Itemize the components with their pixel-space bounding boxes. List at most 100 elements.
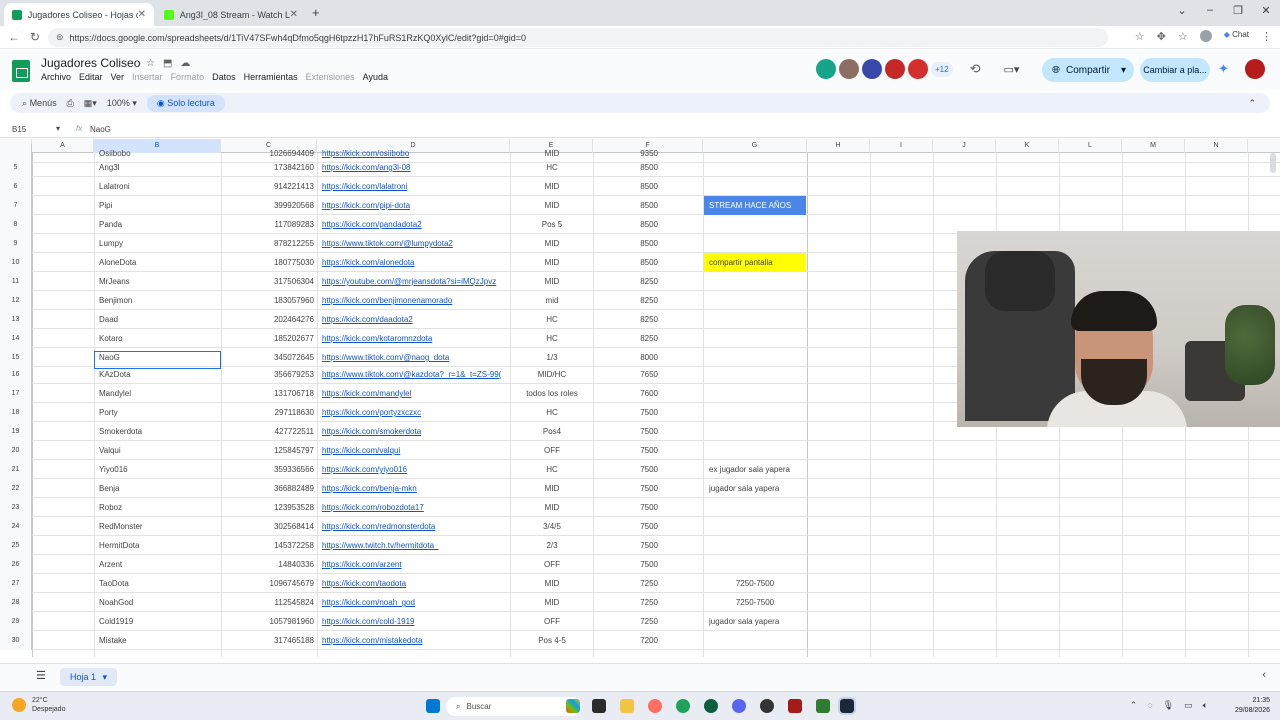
profile-avatar[interactable] [1199,30,1212,42]
cell-player[interactable]: Benja [99,479,219,498]
cell-player[interactable]: Yiyo016 [99,460,219,479]
cell-id[interactable]: 399920568 [222,196,314,215]
cell-player[interactable]: Kotaro [99,329,219,348]
cell-player[interactable]: Benjimon [99,291,219,310]
cell-player[interactable]: Lalatroni [99,177,219,196]
name-box[interactable]: B15 [12,125,26,134]
cell-id[interactable]: 317465188 [222,631,314,650]
chrome-icon[interactable] [760,699,774,713]
cell-role[interactable]: MID [512,234,592,253]
meet-video-icon[interactable]: ▭▾ [1003,63,1019,76]
menu-archivo[interactable]: Archivo [41,72,71,82]
cell-link[interactable]: https://www.tiktok.com/@kazdota?_r=1&_t=… [322,365,510,384]
cell-player[interactable]: Ang3l [99,158,219,177]
cell-role[interactable]: HC [512,158,592,177]
chevron-up-icon[interactable]: ⌃ [1130,700,1138,711]
cell-mmr[interactable]: 7500 [594,517,658,536]
cell-link[interactable]: https://kick.com/cold-1919 [322,612,510,631]
menu-herramientas[interactable]: Herramientas [244,72,298,82]
cell-mmr[interactable]: 7200 [594,631,658,650]
cell-id[interactable]: 183057960 [222,291,314,310]
cell-link[interactable]: https://kick.com/benjimonenamorado [322,291,510,310]
close-window-icon[interactable]: ✕ [1252,4,1280,17]
cell-id[interactable]: 356679253 [222,365,314,384]
extensions-icon[interactable]: ✥ [1157,30,1166,43]
cell-player[interactable]: RedMonster [99,517,219,536]
cell-mmr[interactable]: 7500 [594,536,658,555]
cell-id[interactable]: 914221413 [222,177,314,196]
discord-icon[interactable] [732,699,746,713]
cell-player[interactable]: Arzent [99,555,219,574]
cell-note[interactable] [704,403,806,422]
browser-tab-kick[interactable]: Ang3l_08 Stream - Watch Live on K ✕ [156,3,306,26]
selected-cell-b15[interactable] [94,351,221,369]
maximize-icon[interactable]: ❐ [1224,4,1252,17]
cell-id[interactable]: 180775030 [222,253,314,272]
cell-mmr[interactable]: 8250 [594,329,658,348]
cell-id[interactable]: 123953528 [222,498,314,517]
move-folder-icon[interactable]: ⬒ [163,58,172,69]
volume-icon[interactable]: 🔈︎ [1203,700,1208,711]
gemini-chat-button[interactable]: ◆ Chat [1224,30,1249,43]
cell-player[interactable]: NoahGod [99,593,219,612]
cell-mmr[interactable]: 7250 [594,593,658,612]
file-explorer-icon[interactable] [620,699,634,713]
cell-note[interactable] [704,365,806,384]
cell-id[interactable]: 185202677 [222,329,314,348]
cell-id[interactable]: 297118630 [222,403,314,422]
more-menu-icon[interactable]: ⋮ [1261,30,1272,43]
cell-note[interactable] [704,555,806,574]
cell-player[interactable]: TaoDota [99,574,219,593]
cell-role[interactable]: MID [512,574,592,593]
cell-id[interactable]: 125845797 [222,441,314,460]
cell-role[interactable]: MID/HC [512,365,592,384]
cell-id[interactable]: 302568414 [222,517,314,536]
cell-link[interactable]: https://kick.com/ang3l-08 [322,158,510,177]
cell-link[interactable]: https://kick.com/kotaromnzdota [322,329,510,348]
cell-mmr[interactable]: 7250 [594,574,658,593]
cell-mmr[interactable]: 8500 [594,196,658,215]
cell-link[interactable]: https://kick.com/taodota [322,574,510,593]
cell-player[interactable]: HermitDota [99,536,219,555]
cell-note[interactable] [704,441,806,460]
avatar[interactable] [908,59,928,79]
cell-role[interactable]: OFF [512,441,592,460]
cell-note[interactable] [704,536,806,555]
cell-player[interactable]: Pipi [99,196,219,215]
browser-tab-sheets[interactable]: Jugadores Coliseo - Hojas de cálc ✕ [4,3,154,26]
cell-link[interactable]: https://kick.com/smokerdota [322,422,510,441]
cell-note[interactable] [704,234,806,253]
sheets-taskbar-icon[interactable] [816,699,830,713]
change-plan-button[interactable]: Cambiar a pla... [1140,58,1210,82]
url-field[interactable]: ⊜ https://docs.google.com/spreadsheets/d… [48,28,1108,47]
star-icon[interactable]: ☆ [146,58,155,69]
avatar[interactable] [862,59,882,79]
gemini-sparkle-icon[interactable]: ✦ [1218,61,1229,77]
cell-role[interactable]: OFF [512,555,592,574]
tab-search-icon[interactable]: ⌄ [1168,4,1196,17]
cell-id[interactable]: 317506304 [222,272,314,291]
menu-ver[interactable]: Ver [111,72,125,82]
cell-link[interactable]: https://www.twitch.tv/hermitdota_ [322,536,510,555]
cell-link[interactable]: https://kick.com/pipi-dota [322,196,510,215]
cell-note[interactable]: compartir pantalla [704,253,806,272]
cell-mmr[interactable]: 8500 [594,234,658,253]
bookmarks-icon[interactable]: ☆ [1178,30,1188,43]
cell-mmr[interactable]: 7500 [594,498,658,517]
steam-icon[interactable] [838,697,856,715]
cell-role[interactable]: MID [512,272,592,291]
cell-note[interactable] [704,329,806,348]
network-icon[interactable]: ▭ [1184,700,1193,711]
cell-note[interactable] [704,158,806,177]
cell-id[interactable]: 112545824 [222,593,314,612]
cell-role[interactable]: MID [512,177,592,196]
weather-widget[interactable]: 22°C Despejado [12,696,65,714]
cell-note[interactable] [704,498,806,517]
dota-icon[interactable] [788,699,802,713]
reload-icon[interactable]: ↻ [30,30,40,44]
cell-role[interactable]: HC [512,310,592,329]
sheets-logo-icon[interactable] [12,60,30,82]
task-view-icon[interactable] [592,699,606,713]
menu-ayuda[interactable]: Ayuda [363,72,388,82]
cell-link[interactable]: https://kick.com/pandadota2 [322,215,510,234]
